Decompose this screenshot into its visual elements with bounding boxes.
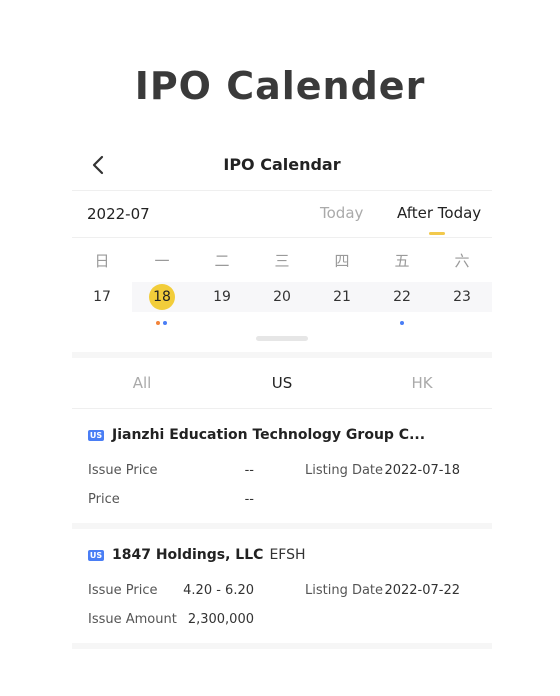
date-number: 17 (93, 289, 111, 305)
ipo-detail-row: Price -- (88, 486, 476, 515)
weekday-label: 四 (334, 251, 350, 270)
date-number: 22 (393, 289, 411, 305)
filter-all[interactable]: All (72, 374, 212, 392)
price-value: -- (244, 492, 254, 507)
date-cell[interactable]: 19 (192, 282, 252, 312)
date-number: 20 (273, 289, 291, 305)
listing-date-value: 2022-07-18 (384, 463, 460, 478)
ipo-detail-row: Issue Price -- Listing Date 2022-07-18 (88, 457, 476, 486)
weekday-label: 日 (94, 251, 110, 270)
weekday-label: 二 (214, 251, 230, 270)
drag-handle-row (72, 336, 492, 352)
date-number: 18 (149, 284, 175, 310)
listing-date-value: 2022-07-22 (384, 583, 460, 598)
issue-price-label: Issue Price (88, 463, 158, 478)
weekday-label: 一 (154, 251, 170, 270)
listing-date-label: Listing Date (305, 463, 384, 478)
date-cell[interactable]: 23 (432, 282, 492, 312)
ipo-card-header: US Jianzhi Education Technology Group C.… (88, 409, 476, 457)
ipo-detail-row: Issue Amount 2,300,000 (88, 606, 476, 635)
date-row: 17 18 19 20 21 22 23 (72, 282, 492, 312)
date-cell[interactable]: 17 (72, 282, 132, 312)
issue-price-value: 4.20 - 6.20 (183, 583, 254, 598)
event-dot-blue (400, 321, 404, 325)
event-dots-row (72, 312, 492, 336)
date-number: 21 (333, 289, 351, 305)
us-market-badge: US (88, 549, 104, 561)
company-ticker: EFSH (269, 547, 306, 563)
company-name: Jianzhi Education Technology Group C... (112, 427, 426, 443)
price-label: Price (88, 492, 120, 507)
weekday-label: 三 (274, 251, 290, 270)
filter-hk[interactable]: HK (352, 374, 492, 392)
date-cell[interactable]: 22 (372, 282, 432, 312)
ipo-card[interactable]: US Jianzhi Education Technology Group C.… (72, 409, 492, 523)
date-number: 19 (213, 289, 231, 305)
ipo-card-header: US 1847 Holdings, LLC EFSH (88, 529, 476, 577)
event-dot-blue (163, 321, 167, 325)
company-name: 1847 Holdings, LLC (112, 547, 264, 563)
issue-amount-label: Issue Amount (88, 612, 177, 627)
ipo-detail-row: Issue Price 4.20 - 6.20 Listing Date 202… (88, 577, 476, 606)
section-divider (72, 643, 492, 649)
ipo-card[interactable]: US 1847 Holdings, LLC EFSH Issue Price 4… (72, 529, 492, 643)
market-filter: All US HK (72, 358, 492, 408)
filter-us[interactable]: US (212, 374, 352, 392)
nav-title: IPO Calendar (223, 155, 341, 174)
date-number: 23 (453, 289, 471, 305)
ipo-calendar-screen: IPO Calendar 2022-07 Today After Today 日… (72, 140, 492, 649)
weekday-header: 日 一 二 三 四 五 六 (72, 238, 492, 282)
date-cell[interactable]: 21 (312, 282, 372, 312)
date-cell[interactable]: 20 (252, 282, 312, 312)
drag-handle[interactable] (256, 336, 308, 341)
listing-date-label: Listing Date (305, 583, 384, 598)
issue-price-label: Issue Price (88, 583, 158, 598)
active-tab-indicator (429, 232, 445, 235)
month-row: 2022-07 Today After Today (72, 191, 492, 237)
tab-today[interactable]: Today (320, 204, 363, 222)
event-dot-orange (156, 321, 160, 325)
tab-after-today[interactable]: After Today (397, 204, 481, 222)
page-title: IPO Calender (134, 64, 426, 108)
issue-amount-value: 2,300,000 (187, 612, 254, 627)
issue-price-value: -- (244, 463, 254, 478)
month-label: 2022-07 (87, 205, 150, 223)
weekday-label: 五 (394, 251, 410, 270)
us-market-badge: US (88, 429, 104, 441)
weekday-label: 六 (454, 251, 470, 270)
nav-bar: IPO Calendar (72, 140, 492, 190)
date-cell-selected[interactable]: 18 (132, 282, 192, 312)
